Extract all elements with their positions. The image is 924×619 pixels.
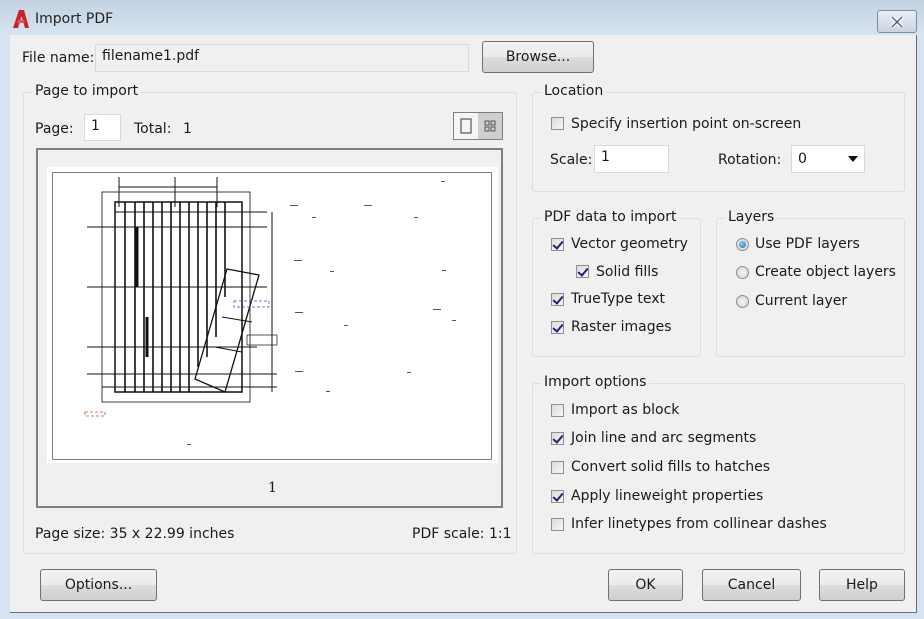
window-title: Import PDF <box>35 11 114 27</box>
solid-fills-label: Solid fills <box>596 264 659 280</box>
total-value: 1 <box>183 121 192 137</box>
vector-geometry-checkbox[interactable] <box>551 238 564 251</box>
location-title: Location <box>541 83 607 99</box>
truetype-text-label: TrueType text <box>571 291 665 307</box>
view-mode-toggle <box>453 112 503 140</box>
total-label: Total: <box>134 121 172 137</box>
help-button[interactable]: Help <box>819 569 905 601</box>
file-name-field: filename1.pdf <box>95 44 469 72</box>
use-pdf-layers-label: Use PDF layers <box>755 236 860 252</box>
raster-images-label: Raster images <box>571 319 672 335</box>
import-as-block-checkbox[interactable] <box>551 404 564 417</box>
specify-onscreen-checkbox[interactable] <box>551 117 564 130</box>
scale-input[interactable]: 1 <box>594 145 669 173</box>
raster-images-checkbox[interactable] <box>551 321 564 334</box>
current-layer-radio[interactable] <box>736 295 749 308</box>
apply-lineweight-label: Apply lineweight properties <box>571 488 764 504</box>
close-icon <box>890 15 904 28</box>
page-label: Page: <box>35 121 74 137</box>
floor-plan-drawing <box>84 177 456 445</box>
convert-fills-checkbox[interactable] <box>551 461 564 474</box>
chevron-down-icon <box>848 156 858 162</box>
apply-lineweight-checkbox[interactable] <box>551 490 564 503</box>
use-pdf-layers-radio[interactable] <box>736 238 749 251</box>
create-object-layers-radio[interactable] <box>736 266 749 279</box>
current-layer-label: Current layer <box>755 293 848 309</box>
location-group: Location <box>532 83 905 192</box>
rotation-label: Rotation: <box>718 152 782 168</box>
infer-linetypes-label: Infer linetypes from collinear dashes <box>571 516 827 532</box>
rotation-value: 0 <box>798 151 807 167</box>
close-button[interactable] <box>877 10 917 33</box>
import-as-block-label: Import as block <box>571 402 680 418</box>
page-size-text: Page size: 35 x 22.99 inches <box>35 526 235 542</box>
convert-fills-label: Convert solid fills to hatches <box>571 459 771 475</box>
join-segments-label: Join line and arc segments <box>571 430 757 446</box>
vector-geometry-label: Vector geometry <box>571 236 688 252</box>
autocad-logo-icon <box>12 9 30 29</box>
solid-fills-checkbox[interactable] <box>576 265 589 278</box>
thumbnail-page-number: 1 <box>268 480 277 496</box>
truetype-text-checkbox[interactable] <box>551 293 564 306</box>
ok-button[interactable]: OK <box>608 569 683 601</box>
page-preview-pane[interactable]: 1 <box>36 148 503 508</box>
single-page-view-button[interactable] <box>454 113 478 139</box>
page-to-import-title: Page to import <box>32 83 142 99</box>
file-name-label: File name: <box>22 50 95 66</box>
import-options-title: Import options <box>541 374 650 390</box>
cancel-button[interactable]: Cancel <box>702 569 801 601</box>
title-bar: Import PDF <box>0 0 924 36</box>
dialog-body: File name: filename1.pdf Browse... Page … <box>10 35 917 613</box>
layers-title: Layers <box>725 209 778 225</box>
thumbnail-grid-icon <box>484 120 496 132</box>
join-segments-checkbox[interactable] <box>551 432 564 445</box>
infer-linetypes-checkbox[interactable] <box>551 518 564 531</box>
create-object-layers-label: Create object layers <box>755 264 896 280</box>
specify-onscreen-label: Specify insertion point on-screen <box>571 116 802 132</box>
pdf-scale-text: PDF scale: 1:1 <box>412 526 512 542</box>
single-page-icon <box>460 118 472 134</box>
thumbnail-view-button[interactable] <box>478 113 502 139</box>
page-number-input[interactable]: 1 <box>84 114 121 141</box>
options-button[interactable]: Options... <box>40 569 157 601</box>
page-thumbnail[interactable] <box>47 167 498 463</box>
browse-button[interactable]: Browse... <box>482 41 594 73</box>
pdf-data-title: PDF data to import <box>541 209 680 225</box>
rotation-dropdown[interactable]: 0 <box>791 145 865 173</box>
scale-label: Scale: <box>550 152 593 168</box>
